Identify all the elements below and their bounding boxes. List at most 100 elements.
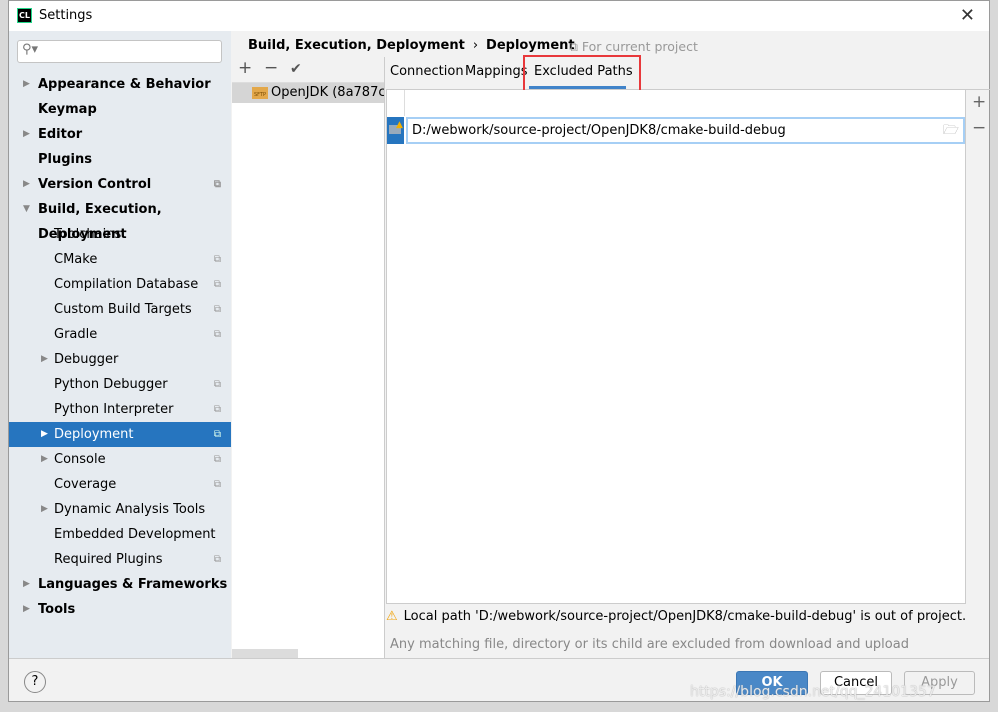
chevron-right-icon[interactable]: ▶ bbox=[41, 497, 48, 522]
sidebar-item-label: Appearance & Behavior bbox=[38, 77, 211, 92]
watermark: https://blog.csdn.net/qq_24101357 bbox=[690, 684, 936, 700]
excluded-path-input[interactable]: D:/webwork/source-project/OpenJDK8/cmake… bbox=[406, 117, 965, 144]
project-scope-icon: ⧉ bbox=[213, 404, 221, 415]
scope-label: ⧉ For current project bbox=[569, 39, 698, 55]
sidebar-item[interactable]: ▶ Version Control ⧉ bbox=[9, 172, 231, 197]
breadcrumb: Build, Execution, Deployment › Deployment bbox=[248, 38, 575, 53]
sidebar-item[interactable]: Coverage ⧉ bbox=[9, 472, 231, 497]
tab-bar: Connection Mappings Excluded Paths bbox=[386, 57, 990, 90]
sidebar-item-label: Gradle bbox=[54, 327, 98, 342]
project-scope-icon: ⧉ bbox=[213, 379, 221, 390]
sidebar-item-label: Toolchains bbox=[54, 227, 122, 242]
column-divider bbox=[404, 90, 405, 116]
help-button[interactable]: ? bbox=[24, 671, 46, 693]
window-title: Settings bbox=[39, 8, 93, 23]
sidebar-item-label: Plugins bbox=[38, 152, 92, 167]
remove-server-button[interactable]: − bbox=[264, 58, 278, 78]
sidebar-item-label: Python Debugger bbox=[54, 377, 168, 392]
chevron-right-icon[interactable]: ▶ bbox=[41, 447, 48, 472]
project-scope-icon: ⧉ bbox=[213, 254, 221, 265]
tab-connection[interactable]: Connection bbox=[390, 64, 464, 79]
breadcrumb-current: Deployment bbox=[486, 38, 575, 53]
add-path-button[interactable]: + bbox=[972, 92, 986, 112]
search-icon: ⚲▾ bbox=[22, 42, 39, 57]
sidebar-item-label: Version Control bbox=[38, 177, 152, 192]
sidebar-item[interactable]: ▶ Tools bbox=[9, 597, 231, 622]
warning-message: ⚠ Local path 'D:/webwork/source-project/O… bbox=[386, 609, 966, 624]
clion-logo: CL bbox=[17, 8, 32, 23]
sidebar-item[interactable]: Required Plugins ⧉ bbox=[9, 547, 231, 572]
close-icon[interactable]: ✕ bbox=[960, 5, 975, 26]
sidebar-item[interactable]: ▶ Appearance & Behavior bbox=[9, 72, 231, 97]
sidebar-item-label: Compilation Database bbox=[54, 277, 199, 292]
sidebar-item-label: Console bbox=[54, 452, 106, 467]
warning-text: Local path 'D:/webwork/source-project/Op… bbox=[403, 609, 967, 624]
warning-icon: ⚠ bbox=[386, 609, 398, 624]
remove-path-button[interactable]: − bbox=[972, 118, 986, 138]
server-label: OpenJDK (8a787c4a bbox=[271, 85, 384, 100]
sidebar-item[interactable]: ▶ Debugger bbox=[9, 347, 231, 372]
set-default-button[interactable]: ✔ bbox=[290, 61, 302, 77]
sidebar-item[interactable]: ▼ Build, Execution, Deployment bbox=[9, 197, 231, 242]
project-scope-icon: ⧉ bbox=[213, 479, 221, 490]
chevron-right-icon[interactable]: ▶ bbox=[41, 347, 48, 372]
sidebar-item-label: Deployment bbox=[54, 427, 134, 442]
settings-dialog: CL Settings ✕ ⚲▾ ▶ Appearance & Behavior K… bbox=[8, 0, 990, 702]
sidebar-item-label: Embedded Development bbox=[54, 527, 216, 542]
sidebar-item[interactable]: Embedded Development bbox=[9, 522, 231, 547]
sidebar-item[interactable]: Compilation Database ⧉ bbox=[9, 272, 231, 297]
sidebar-item-label: Languages & Frameworks bbox=[38, 577, 228, 592]
server-list: + − ✔ SFTP OpenJDK (8a787c4a bbox=[232, 57, 385, 658]
project-scope-icon: ⧉ bbox=[213, 454, 221, 465]
search-input[interactable]: ⚲▾ bbox=[17, 40, 222, 63]
sidebar-item[interactable]: CMake ⧉ bbox=[9, 247, 231, 272]
chevron-right-icon[interactable]: ▶ bbox=[23, 597, 30, 622]
project-scope-icon: ⧉ bbox=[213, 554, 221, 565]
server-toolbar: + − ✔ bbox=[232, 57, 384, 83]
sidebar-item-label: Python Interpreter bbox=[54, 402, 174, 417]
add-server-button[interactable]: + bbox=[238, 58, 252, 78]
project-scope-icon: ⧉ bbox=[213, 304, 221, 315]
chevron-down-icon[interactable]: ▼ bbox=[23, 197, 30, 222]
sidebar-item[interactable]: Toolchains bbox=[9, 222, 231, 247]
sidebar-item[interactable]: ▶ Console ⧉ bbox=[9, 447, 231, 472]
project-icon: ⧉ bbox=[569, 39, 582, 54]
sidebar-item-label: Dynamic Analysis Tools bbox=[54, 502, 206, 517]
sidebar-item[interactable]: ▶ Editor bbox=[9, 122, 231, 147]
scope-text: For current project bbox=[581, 39, 698, 54]
chevron-right-icon[interactable]: ▶ bbox=[23, 572, 30, 597]
sidebar-item-label: Editor bbox=[38, 127, 83, 142]
sidebar-item-label: Required Plugins bbox=[54, 552, 163, 567]
breadcrumb-separator: › bbox=[472, 38, 479, 53]
sidebar-item[interactable]: Python Interpreter ⧉ bbox=[9, 397, 231, 422]
sidebar-item[interactable]: ▶ Dynamic Analysis Tools bbox=[9, 497, 231, 522]
chevron-right-icon[interactable]: ▶ bbox=[23, 122, 30, 147]
sidebar-item-label: Custom Build Targets bbox=[54, 302, 192, 317]
horizontal-scrollbar[interactable] bbox=[232, 649, 298, 658]
sidebar-item-label: Tools bbox=[38, 602, 76, 617]
project-scope-icon: ⧉ bbox=[213, 429, 221, 440]
excluded-paths-table: ▲ D:/webwork/source-project/OpenJDK8/cma… bbox=[386, 90, 966, 604]
sidebar-item[interactable]: Python Debugger ⧉ bbox=[9, 372, 231, 397]
sidebar-item[interactable]: Plugins bbox=[9, 147, 231, 172]
tab-mappings[interactable]: Mappings bbox=[465, 64, 528, 79]
sidebar-item[interactable]: Keymap bbox=[9, 97, 231, 122]
folder-browse-icon[interactable]: 🗁 bbox=[943, 119, 959, 142]
sidebar-item[interactable]: Custom Build Targets ⧉ bbox=[9, 297, 231, 322]
chevron-right-icon[interactable]: ▶ bbox=[41, 422, 48, 447]
sftp-icon: SFTP bbox=[252, 87, 268, 99]
sidebar-item[interactable]: Gradle ⧉ bbox=[9, 322, 231, 347]
hint-text: Any matching file, directory or its chil… bbox=[390, 637, 909, 652]
project-scope-icon: ⧉ bbox=[213, 179, 221, 190]
server-item[interactable]: SFTP OpenJDK (8a787c4a bbox=[232, 83, 384, 103]
sidebar-item-label: Coverage bbox=[54, 477, 117, 492]
title-bar: CL Settings ✕ bbox=[9, 1, 989, 31]
sidebar-item-label: Keymap bbox=[38, 102, 97, 117]
chevron-right-icon[interactable]: ▶ bbox=[23, 172, 30, 197]
local-path-warning-icon: ▲ bbox=[387, 117, 404, 144]
project-scope-icon: ⧉ bbox=[213, 329, 221, 340]
chevron-right-icon[interactable]: ▶ bbox=[23, 72, 30, 97]
sidebar-item[interactable]: ▶ Languages & Frameworks bbox=[9, 572, 231, 597]
settings-sidebar: ⚲▾ ▶ Appearance & Behavior Keymap ▶ Editor Pl… bbox=[9, 31, 231, 658]
sidebar-item[interactable]: ▶ Deployment ⧉ bbox=[9, 422, 231, 447]
